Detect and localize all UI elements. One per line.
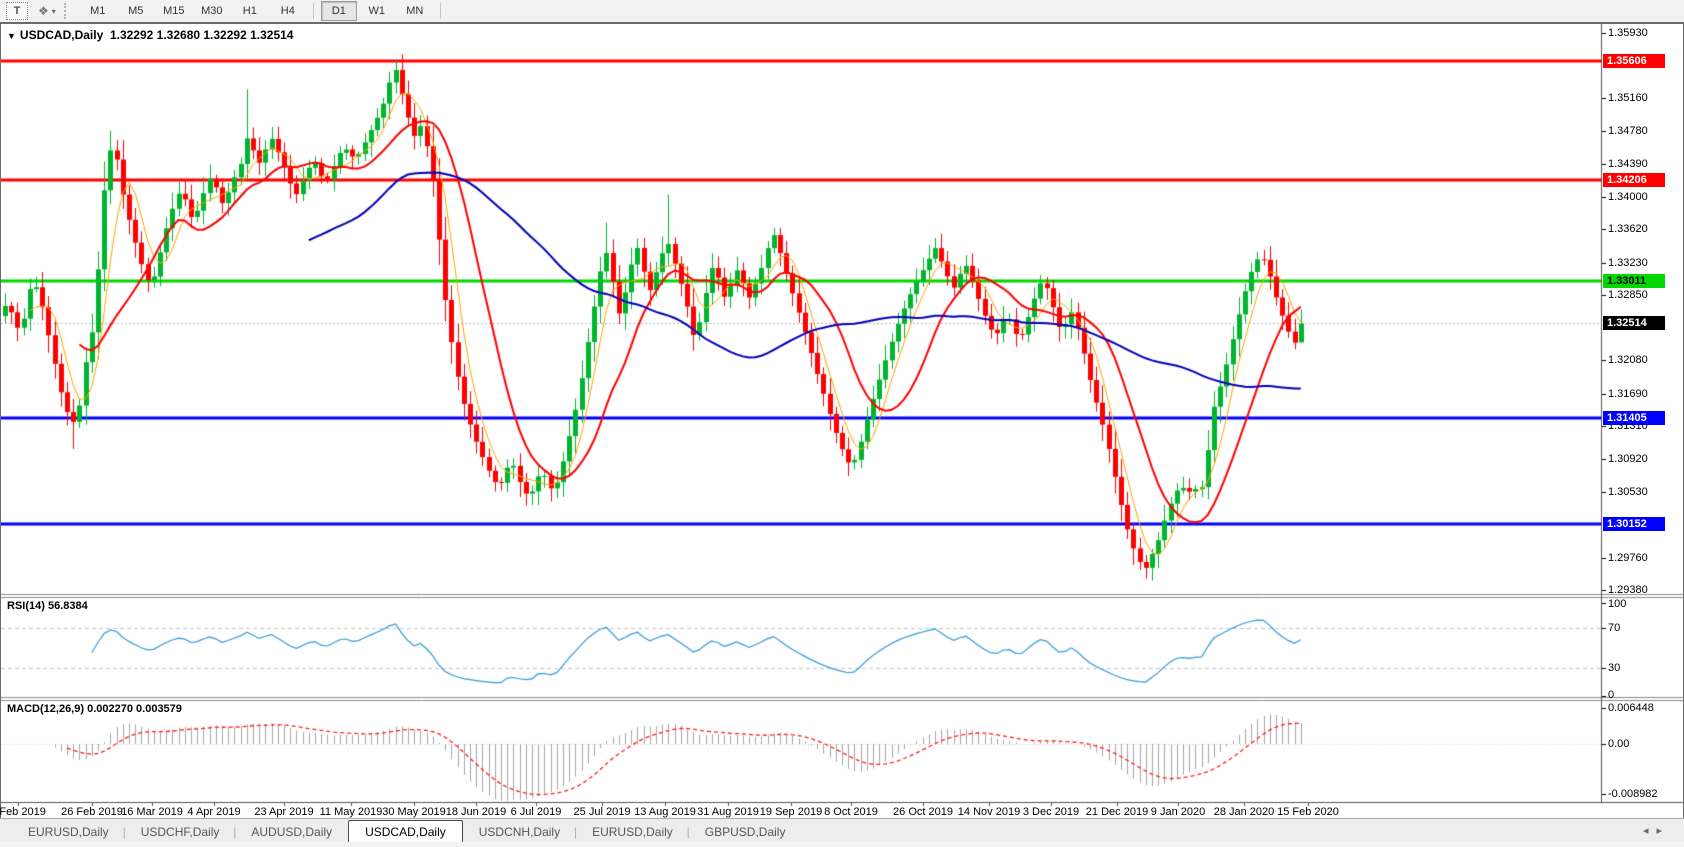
price-axis-tick: 1.30920 — [1608, 453, 1648, 465]
date-axis-label: 30 May 2019 — [382, 806, 446, 818]
chart-title: ▼ USDCAD,Daily 1.32292 1.32680 1.32292 1.… — [7, 28, 293, 42]
chart-tab-audusd-daily[interactable]: AUDUSD,Daily — [235, 822, 348, 842]
window-bottom-strip — [0, 841, 1684, 847]
price-axis-tick: 1.30530 — [1608, 486, 1648, 498]
date-axis-label: 8 Oct 2019 — [824, 806, 878, 818]
price-axis-tick: 1.29380 — [1608, 584, 1648, 596]
tab-scroll-right-icon: ▸ — [1656, 825, 1670, 837]
timeframe-button-m30[interactable]: M30 — [194, 1, 230, 21]
date-axis-label: 6 Jul 2019 — [511, 806, 562, 818]
date-axis-label: 3 Dec 2019 — [1023, 806, 1079, 818]
price-axis-tick: 1.31690 — [1608, 388, 1648, 400]
macd-axis-tick: -0.008982 — [1608, 788, 1658, 800]
date-axis-label: 4 Apr 2019 — [187, 806, 240, 818]
chart-symbol-period: USDCAD,Daily — [20, 28, 103, 42]
date-axis-label: 19 Sep 2019 — [760, 806, 822, 818]
date-axis-label: 11 May 2019 — [320, 806, 383, 818]
chart-tab-usdcnh-daily[interactable]: USDCNH,Daily| — [463, 822, 576, 842]
date-axis-label: 16 Mar 2019 — [121, 806, 183, 818]
date-axis-label: 15 Feb 2020 — [1277, 806, 1339, 818]
price-level-badge: 1.30152 — [1603, 517, 1665, 531]
tab-scroll-left-icon: ◂ — [1643, 825, 1657, 837]
price-level-badge: 1.34206 — [1603, 173, 1665, 187]
price-axis-tick: 1.34000 — [1608, 191, 1648, 203]
price-chart-canvas[interactable] — [1, 24, 1683, 820]
layers-icon: ❖ — [38, 4, 49, 18]
date-axis-label: 9 Jan 2020 — [1151, 806, 1205, 818]
price-level-badge: 1.35606 — [1603, 54, 1665, 68]
macd-axis-tick: 0.00 — [1608, 738, 1629, 750]
rsi-axis-tick: 0 — [1608, 689, 1614, 701]
date-axis-label: 28 Jan 2020 — [1214, 806, 1275, 818]
chart-tab-gbpusd-daily[interactable]: GBPUSD,Daily — [689, 822, 802, 842]
price-axis-tick: 1.29760 — [1608, 552, 1648, 564]
toolbar-separator — [313, 3, 314, 19]
macd-indicator-label: MACD(12,26,9) 0.002270 0.003579 — [7, 703, 182, 715]
rsi-axis-tick: 70 — [1608, 622, 1620, 634]
price-axis-tick: 1.34780 — [1608, 125, 1648, 137]
rsi-axis-tick: 100 — [1608, 598, 1626, 610]
timeframe-button-m5[interactable]: M5 — [118, 1, 154, 21]
date-axis-label: 25 Jul 2019 — [574, 806, 631, 818]
chart-tab-eurusd-daily[interactable]: EURUSD,Daily| — [12, 822, 125, 842]
date-axis-label: 14 Nov 2019 — [958, 806, 1020, 818]
macd-axis-tick: 0.006448 — [1608, 702, 1654, 714]
date-axis-label: 18 Jun 2019 — [446, 806, 507, 818]
timeframe-button-mn[interactable]: MN — [397, 1, 433, 21]
text-tool-button[interactable]: T — [6, 2, 28, 20]
price-level-badge: 1.31405 — [1603, 411, 1665, 425]
chart-tab-eurusd-daily[interactable]: EURUSD,Daily| — [576, 822, 689, 842]
price-axis-tick: 1.35160 — [1608, 92, 1648, 104]
timeframe-button-d1[interactable]: D1 — [321, 1, 357, 21]
timeframe-toolbar: T ❖ ▾ M1M5M15M30H1H4 D1W1MN — [0, 0, 1684, 23]
chart-tab-bar: EURUSD,Daily|USDCHF,Daily|AUDUSD,DailyUS… — [0, 818, 1684, 842]
chart-tab-usdcad-daily[interactable]: USDCAD,Daily — [348, 820, 463, 842]
macd-current-values: 0.002270 0.003579 — [87, 703, 182, 715]
timeframe-button-w1[interactable]: W1 — [359, 1, 395, 21]
date-axis-label: 7 Feb 2019 — [0, 806, 46, 818]
date-axis-label: 13 Aug 2019 — [634, 806, 696, 818]
chart-tab-usdchf-daily[interactable]: USDCHF,Daily| — [125, 822, 236, 842]
price-level-badge: 1.32514 — [1603, 316, 1665, 330]
chart-ohlc-values: 1.32292 1.32680 1.32292 1.32514 — [110, 28, 294, 42]
tab-scroll-arrows[interactable]: ◂▸ — [1643, 824, 1670, 837]
chevron-down-icon: ▾ — [52, 7, 56, 16]
toolbar-grip — [64, 3, 71, 19]
chart-window: ▼ USDCAD,Daily 1.32292 1.32680 1.32292 1.… — [0, 22, 1684, 821]
timeframe-button-m15[interactable]: M15 — [156, 1, 192, 21]
date-axis-label: 21 Dec 2019 — [1086, 806, 1148, 818]
price-axis-tick: 1.33230 — [1608, 257, 1648, 269]
chart-layers-button[interactable]: ❖ ▾ — [38, 4, 56, 18]
price-axis-tick: 1.32080 — [1608, 354, 1648, 366]
toolbar-separator — [440, 3, 441, 19]
mt4-application-window: T ❖ ▾ M1M5M15M30H1H4 D1W1MN ▼ USDCAD,Daily… — [0, 0, 1684, 847]
price-axis-tick: 1.35930 — [1608, 27, 1648, 39]
date-axis-label: 26 Oct 2019 — [893, 806, 953, 818]
price-level-badge: 1.33011 — [1603, 274, 1665, 288]
date-axis-label: 31 Aug 2019 — [697, 806, 759, 818]
price-axis-tick: 1.32850 — [1608, 289, 1648, 301]
date-axis-label: 26 Feb 2019 — [61, 806, 123, 818]
date-axis-label: 23 Apr 2019 — [254, 806, 313, 818]
timeframe-button-h4[interactable]: H4 — [270, 1, 306, 21]
timeframe-button-h1[interactable]: H1 — [232, 1, 268, 21]
price-axis-tick: 1.33620 — [1608, 223, 1648, 235]
rsi-current-value: 56.8384 — [48, 600, 88, 612]
rsi-indicator-label: RSI(14) 56.8384 — [7, 600, 88, 612]
timeframe-button-m1[interactable]: M1 — [80, 1, 116, 21]
rsi-axis-tick: 30 — [1608, 662, 1620, 674]
price-axis-tick: 1.34390 — [1608, 158, 1648, 170]
chart-dropdown-icon[interactable]: ▼ — [7, 31, 16, 41]
